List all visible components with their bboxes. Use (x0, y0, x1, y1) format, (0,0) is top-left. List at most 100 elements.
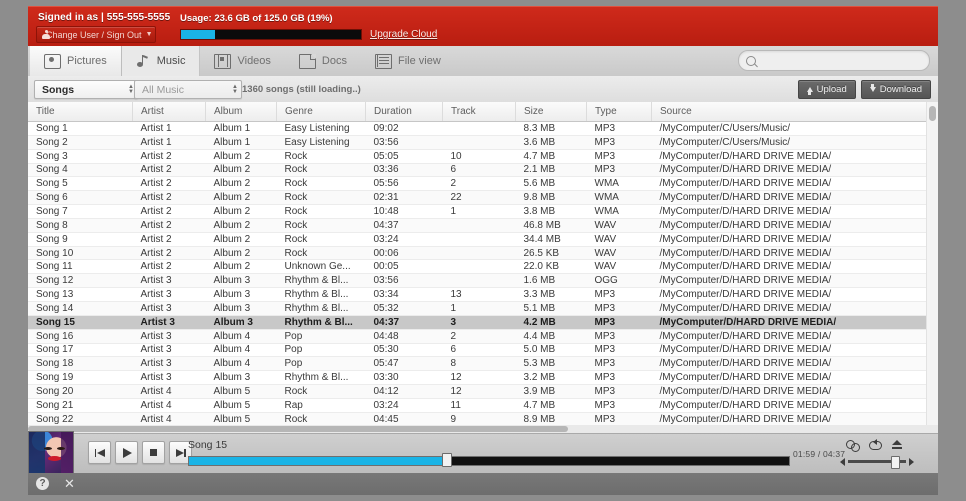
cell-type: WMA (586, 204, 652, 219)
cell-genre: Rhythm & Bl... (276, 301, 366, 316)
table-row[interactable]: Song 13 Artist 3 Album 3 Rhythm & Bl... 03:3… (28, 287, 938, 302)
table-row[interactable]: Song 2 Artist 1 Album 1 Easy Listening 03:56… (28, 135, 938, 150)
table-row[interactable]: Song 5 Artist 2 Album 2 Rock 05:56 2 5.6 MB WMA… (28, 176, 938, 192)
cell-album: Album 4 (205, 343, 277, 358)
repeat-icon[interactable] (868, 439, 883, 451)
help-icon[interactable]: ? (36, 477, 49, 490)
search-icon (746, 55, 756, 66)
table-row[interactable]: Song 15 Artist 3 Album 3 Rhythm & Bl... 04:3… (28, 315, 938, 330)
seek-handle[interactable] (442, 453, 452, 467)
search-area (738, 50, 930, 71)
column-header-artist[interactable]: Artist (132, 102, 206, 122)
tab-label: Music (156, 55, 186, 67)
table-row[interactable]: Song 16 Artist 3 Album 4 Pop 04:48 2 4.4 MB MP3… (28, 329, 938, 344)
signed-in-label: Signed in as | 555-555-5555 (38, 12, 171, 23)
tools-icon[interactable]: ✕ (63, 477, 76, 490)
tab-file-view[interactable]: File view (361, 46, 455, 76)
tab-label: Docs (321, 55, 347, 67)
horizontal-scrollbar[interactable] (28, 425, 938, 433)
tab-label: Pictures (67, 55, 107, 67)
cell-artist: Artist 4 (132, 412, 206, 427)
table-row[interactable]: Song 6 Artist 2 Album 2 Rock 02:31 22 9.8 MB WM… (28, 190, 938, 206)
play-button[interactable] (115, 441, 138, 464)
column-header-source[interactable]: Source (651, 102, 938, 122)
table-row[interactable]: Song 4 Artist 2 Album 2 Rock 03:36 6 2.1 MB MP3… (28, 163, 938, 178)
cell-album: Album 2 (205, 246, 277, 261)
stop-button[interactable] (142, 441, 165, 464)
table-row[interactable]: Song 10 Artist 2 Album 2 Rock 00:06 26.5 KB WA… (28, 246, 938, 261)
album-art-detail (57, 447, 65, 450)
search-input[interactable] (761, 54, 922, 67)
table-row[interactable]: Song 8 Artist 2 Album 2 Rock 04:37 46.8 MB WAV… (28, 218, 938, 233)
cell-duration: 04:45 (365, 412, 443, 427)
column-header-track[interactable]: Track (442, 102, 516, 122)
cell-genre: Rap (276, 398, 366, 413)
cell-duration: 09:02 (365, 121, 443, 136)
column-header-type[interactable]: Type (586, 102, 652, 122)
table-row[interactable]: Song 21 Artist 4 Album 5 Rap 03:24 11 4.7 MB MP… (28, 398, 938, 413)
table-row[interactable]: Song 20 Artist 4 Album 5 Rock 04:12 12 3.9 MB M… (28, 384, 938, 399)
column-header-album[interactable]: Album (205, 102, 277, 122)
cell-source: /MyComputer/D/HARD DRIVE MEDIA/ (651, 218, 938, 233)
seek-track[interactable] (188, 456, 790, 466)
upgrade-cloud-link[interactable]: Upgrade Cloud (370, 29, 437, 40)
cell-source: /MyComputer/D/HARD DRIVE MEDIA/ (651, 343, 938, 358)
table-row[interactable]: Song 9 Artist 2 Album 2 Rock 03:24 34.4 MB WAV… (28, 232, 938, 247)
vertical-scrollbar-thumb[interactable] (929, 106, 936, 121)
column-header-genre[interactable]: Genre (276, 102, 366, 122)
tab-docs[interactable]: Docs (285, 46, 361, 76)
table-row[interactable]: Song 3 Artist 2 Album 2 Rock 05:05 10 4.7 MB MP… (28, 149, 938, 164)
download-button[interactable]: Download (860, 80, 931, 99)
volume-track[interactable] (848, 456, 906, 469)
table-row[interactable]: Song 7 Artist 2 Album 2 Rock 10:48 1 3.8 MB WMA… (28, 204, 938, 219)
cell-album: Album 5 (205, 412, 277, 427)
volume-handle[interactable] (890, 456, 900, 469)
search-box[interactable] (738, 50, 930, 71)
upload-button[interactable]: Upload (797, 80, 856, 99)
previous-button[interactable] (88, 441, 111, 464)
cell-duration: 03:24 (365, 232, 443, 247)
list-view-icon (374, 53, 392, 69)
category-dropdown[interactable]: Songs ▲ ▼ (34, 80, 138, 99)
cell-artist: Artist 2 (132, 232, 206, 247)
cell-genre: Pop (276, 356, 366, 372)
horizontal-scrollbar-thumb[interactable] (28, 426, 568, 432)
table-row[interactable]: Song 17 Artist 3 Album 4 Pop 05:30 6 5.0 MB MP3… (28, 343, 938, 358)
cell-artist: Artist 2 (132, 259, 206, 275)
cell-artist: Artist 3 (132, 370, 206, 386)
vertical-scrollbar[interactable] (926, 102, 938, 432)
tab-music[interactable]: Music (121, 46, 201, 76)
column-header-duration[interactable]: Duration (365, 102, 443, 122)
change-user-button[interactable]: Change User / Sign Out ▼ (36, 26, 156, 43)
tab-videos[interactable]: Videos (200, 46, 284, 76)
cell-title: Song 9 (28, 232, 133, 247)
seek-bar[interactable] (188, 453, 790, 467)
cell-track: 10 (442, 149, 516, 164)
column-header-size[interactable]: Size (515, 102, 587, 122)
cell-title: Song 4 (28, 163, 133, 178)
table-row[interactable]: Song 1 Artist 1 Album 1 Easy Listening 09:02… (28, 121, 938, 136)
volume-control[interactable] (840, 456, 920, 469)
tab-label: Videos (237, 55, 271, 67)
cell-album: Album 2 (205, 218, 277, 233)
download-label: Download (879, 84, 922, 95)
cell-title: Song 5 (28, 176, 133, 192)
eject-icon[interactable] (890, 439, 905, 451)
volume-high-icon (909, 457, 914, 466)
cell-track: 2 (442, 176, 516, 192)
table-row[interactable]: Song 14 Artist 3 Album 3 Rhythm & Bl... 05:3… (28, 301, 938, 316)
tab-pictures[interactable]: Pictures (30, 46, 122, 76)
cell-track: 6 (442, 343, 516, 358)
cell-source: /MyComputer/D/HARD DRIVE MEDIA/ (651, 190, 938, 206)
library-dropdown[interactable]: All Music ▲ ▼ (134, 80, 242, 99)
table-row[interactable]: Song 12 Artist 3 Album 3 Rhythm & Bl... 03:5… (28, 273, 938, 289)
table-row[interactable]: Song 11 Artist 2 Album 2 Unknown Ge... 00:05… (28, 259, 938, 275)
stop-icon (150, 449, 157, 456)
column-header-title[interactable]: Title (28, 102, 133, 122)
table-row[interactable]: Song 19 Artist 3 Album 3 Rhythm & Bl... 03:3… (28, 370, 938, 386)
shuffle-icon[interactable] (846, 439, 861, 452)
cell-artist: Artist 2 (132, 163, 206, 178)
document-icon (298, 53, 316, 69)
table-row[interactable]: Song 22 Artist 4 Album 5 Rock 04:45 9 8.9 MB MP… (28, 412, 938, 427)
table-row[interactable]: Song 18 Artist 3 Album 4 Pop 05:47 8 5.3 MB MP3… (28, 356, 938, 372)
